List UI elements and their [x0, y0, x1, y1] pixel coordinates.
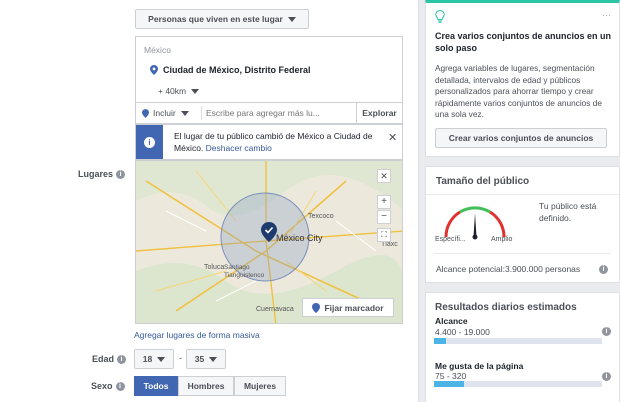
location-pin-icon [150, 65, 158, 75]
include-dropdown[interactable]: Incluir [142, 108, 189, 118]
notice-message: El lugar de tu público cambió de México … [174, 131, 373, 153]
info-icon[interactable]: i [599, 265, 608, 274]
map-label-tlaxc: Tlaxc [381, 241, 398, 248]
panel-divider [418, 0, 419, 402]
map-label-cuernavaca: Cuernavaca [256, 306, 294, 313]
chevron-down-icon [157, 356, 166, 362]
potential-reach-label: Alcance potencial: [436, 264, 505, 274]
zoom-in-button[interactable]: + [377, 195, 391, 209]
search-row: Incluir Explorar [135, 102, 403, 124]
tip-body: Agrega variables de lugares, segmentació… [435, 63, 602, 119]
create-multiple-ad-sets-label: Crear varios conjuntos de anuncios [448, 133, 594, 143]
audience-size-title: Tamaño del público [436, 176, 530, 187]
age-label-text: Edad [92, 354, 115, 364]
gauge-left-label: Específi... [435, 236, 466, 243]
info-icon[interactable]: i [117, 355, 127, 365]
sex-option-all[interactable]: Todos [134, 376, 178, 396]
page-likes-metric-label: Me gusta de la página [435, 361, 524, 371]
age-max-value: 35 [194, 354, 205, 364]
chevron-down-icon [180, 110, 189, 116]
notice-icon-strip: i [136, 125, 163, 159]
daily-results-title: Resultados diarios estimados [435, 302, 577, 313]
radius-label: + 40km [158, 86, 187, 96]
map-label-toluca: Toluca [204, 264, 225, 271]
location-box: México Ciudad de México, Distrito Federa… [135, 36, 403, 102]
reach-metric-label: Alcance [435, 316, 468, 326]
targeting-panel: Personas que viven en este lugar México … [0, 0, 418, 402]
audience-status: Tu público está definido. [539, 201, 597, 223]
reach-metric-value: 4.400 - 19.000 [435, 327, 490, 337]
selected-location-label: Ciudad de México, Distrito Federal [163, 65, 311, 75]
chevron-down-icon [191, 88, 200, 94]
info-icon[interactable]: i [602, 327, 611, 336]
info-icon: i [144, 136, 155, 148]
info-icon[interactable]: i [602, 372, 611, 381]
map-label-tianguistenco: Santiago Tianguistenco [224, 264, 265, 279]
pin-marker-label: Fijar marcador [324, 302, 384, 313]
explore-button[interactable]: Explorar [356, 103, 402, 123]
page-likes-bar-fill [434, 381, 465, 387]
sex-option-men[interactable]: Hombres [178, 376, 234, 396]
search-separator [201, 106, 202, 120]
chevron-down-icon [209, 356, 218, 362]
create-multiple-ad-sets-button[interactable]: Crear varios conjuntos de anuncios [435, 128, 607, 148]
map-city-label: México City [276, 233, 323, 243]
daily-results-card: Resultados diarios estimados Alcance 4.4… [425, 292, 620, 402]
map-marker-icon[interactable] [261, 222, 277, 244]
close-icon[interactable]: ✕ [388, 131, 397, 144]
age-separator: - [179, 353, 182, 363]
undo-change-link[interactable]: Deshacer cambio [206, 143, 272, 153]
location-pin-icon [142, 108, 149, 118]
more-options-icon[interactable]: ··· [602, 10, 611, 20]
info-icon[interactable]: i [115, 382, 125, 392]
reach-divider [434, 253, 611, 254]
lightbulb-icon [435, 10, 445, 23]
sex-label-text: Sexo [91, 381, 113, 391]
include-label: Incluir [153, 108, 176, 118]
page-likes-metric-value: 75 - 320 [435, 371, 467, 381]
sex-option-all-label: Todos [143, 381, 169, 391]
sex-option-women-label: Mujeres [243, 381, 277, 391]
zoom-out-button[interactable]: − [377, 210, 391, 224]
fullscreen-icon[interactable]: ⛶ [377, 228, 391, 242]
map[interactable]: México City Texcoco Toluca Santiago Tian… [135, 160, 403, 324]
places-label-text: Lugares [78, 169, 114, 179]
multiple-ad-sets-tip: ··· Crea varios conjuntos de anuncios en… [425, 0, 620, 157]
page-likes-bar [434, 381, 602, 387]
reach-bar [434, 338, 602, 344]
potential-reach: Alcance potencial:3.900.000 personas [436, 264, 580, 274]
age-min-value: 18 [142, 354, 153, 364]
sex-option-men-label: Hombres [187, 381, 225, 391]
radius-dropdown[interactable]: + 40km [158, 86, 200, 96]
potential-reach-value: 3.900.000 personas [505, 264, 581, 274]
map-collapse-icon[interactable]: ✕ [377, 169, 391, 183]
places-label: Lugares i [78, 169, 126, 180]
location-type-label: Personas que viven en este lugar [148, 14, 283, 24]
info-icon[interactable]: i [116, 170, 126, 180]
age-label: Edad i [92, 354, 127, 365]
selected-location[interactable]: Ciudad de México, Distrito Federal [150, 65, 311, 75]
title-divider [426, 194, 619, 195]
notice-text: El lugar de tu público cambió de México … [174, 130, 379, 154]
chevron-down-icon [287, 16, 296, 22]
marker-check-icon [312, 302, 321, 313]
country-label: México [144, 45, 171, 55]
location-type-dropdown[interactable]: Personas que viven en este lugar [135, 9, 309, 29]
audience-size-card: Tamaño del público Específi... Amplio Tu… [425, 166, 620, 283]
location-changed-notice: i El lugar de tu público cambió de Méxic… [135, 124, 403, 160]
map-label-texcoco: Texcoco [308, 213, 334, 220]
bulk-locations-link[interactable]: Agregar lugares de forma masiva [134, 330, 260, 340]
tip-title: Crea varios conjuntos de anuncios en un … [435, 31, 612, 53]
reach-bar-fill [434, 338, 446, 344]
explore-label: Explorar [362, 108, 397, 118]
sex-label: Sexo i [91, 381, 125, 392]
age-min-dropdown[interactable]: 18 [134, 349, 174, 369]
gauge-right-label: Amplio [491, 236, 513, 243]
age-max-dropdown[interactable]: 35 [186, 349, 226, 369]
pin-marker-button[interactable]: Fijar marcador [302, 298, 394, 317]
sex-option-women[interactable]: Mujeres [234, 376, 286, 396]
location-search-input[interactable] [206, 105, 356, 121]
